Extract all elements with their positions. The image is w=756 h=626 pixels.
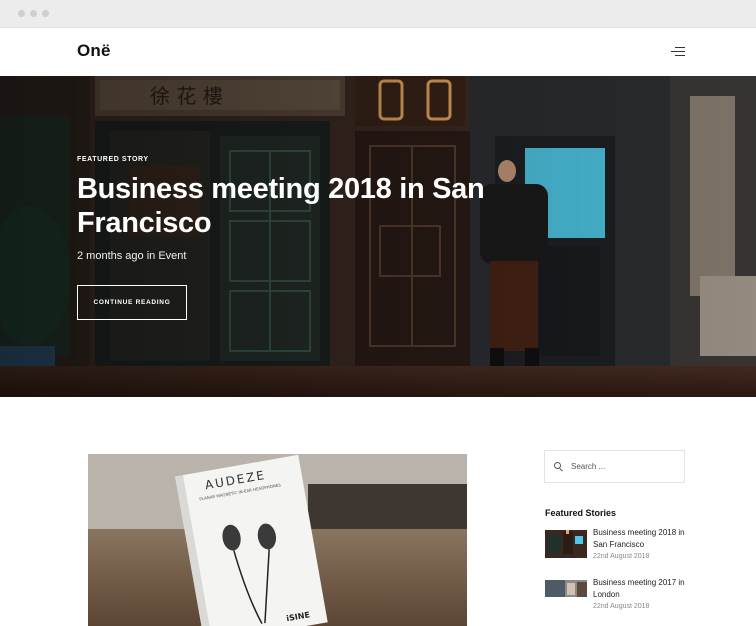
window-dot-maximize[interactable]	[42, 10, 49, 17]
hero-content: FEATURED STORY Business meeting 2018 in …	[77, 156, 497, 320]
featured-story-item[interactable]: Business meeting 2018 in San Francisco 2…	[545, 527, 695, 567]
continue-reading-button[interactable]: CONTINUE READING	[77, 285, 187, 320]
story-date: 22nd August 2018	[593, 553, 650, 560]
search-input[interactable]	[571, 462, 671, 471]
hero-kicker: FEATURED STORY	[77, 156, 149, 163]
featured-stories-title: Featured Stories	[545, 508, 617, 518]
search-icon	[554, 462, 563, 472]
window-dot-minimize[interactable]	[30, 10, 37, 17]
story-date: 22nd August 2018	[593, 603, 650, 610]
hero-title[interactable]: Business meeting 2018 in San Francisco	[77, 172, 497, 240]
hero-featured-story: 徐 花 樓	[0, 76, 756, 397]
hero-meta: 2 months ago in Event	[77, 250, 187, 262]
site-header: Onë	[0, 28, 756, 76]
story-title[interactable]: Business meeting 2017 in London	[593, 577, 693, 601]
site-logo[interactable]: Onë	[77, 41, 111, 61]
hamburger-menu-icon[interactable]	[671, 46, 685, 58]
story-thumbnail[interactable]	[545, 580, 587, 597]
story-thumbnail[interactable]	[545, 530, 587, 558]
sidebar-search-box[interactable]	[544, 450, 685, 483]
window-dot-close[interactable]	[18, 10, 25, 17]
browser-chrome	[0, 0, 756, 28]
headphone-box-photo: AUDEZE PLANAR MAGNETIC IN-EAR HEADPHONES…	[88, 454, 467, 626]
story-title[interactable]: Business meeting 2018 in San Francisco	[593, 527, 693, 551]
featured-story-item[interactable]: Business meeting 2017 in London 22nd Aug…	[545, 577, 695, 617]
post-featured-image[interactable]: AUDEZE PLANAR MAGNETIC IN-EAR HEADPHONES…	[88, 454, 467, 626]
